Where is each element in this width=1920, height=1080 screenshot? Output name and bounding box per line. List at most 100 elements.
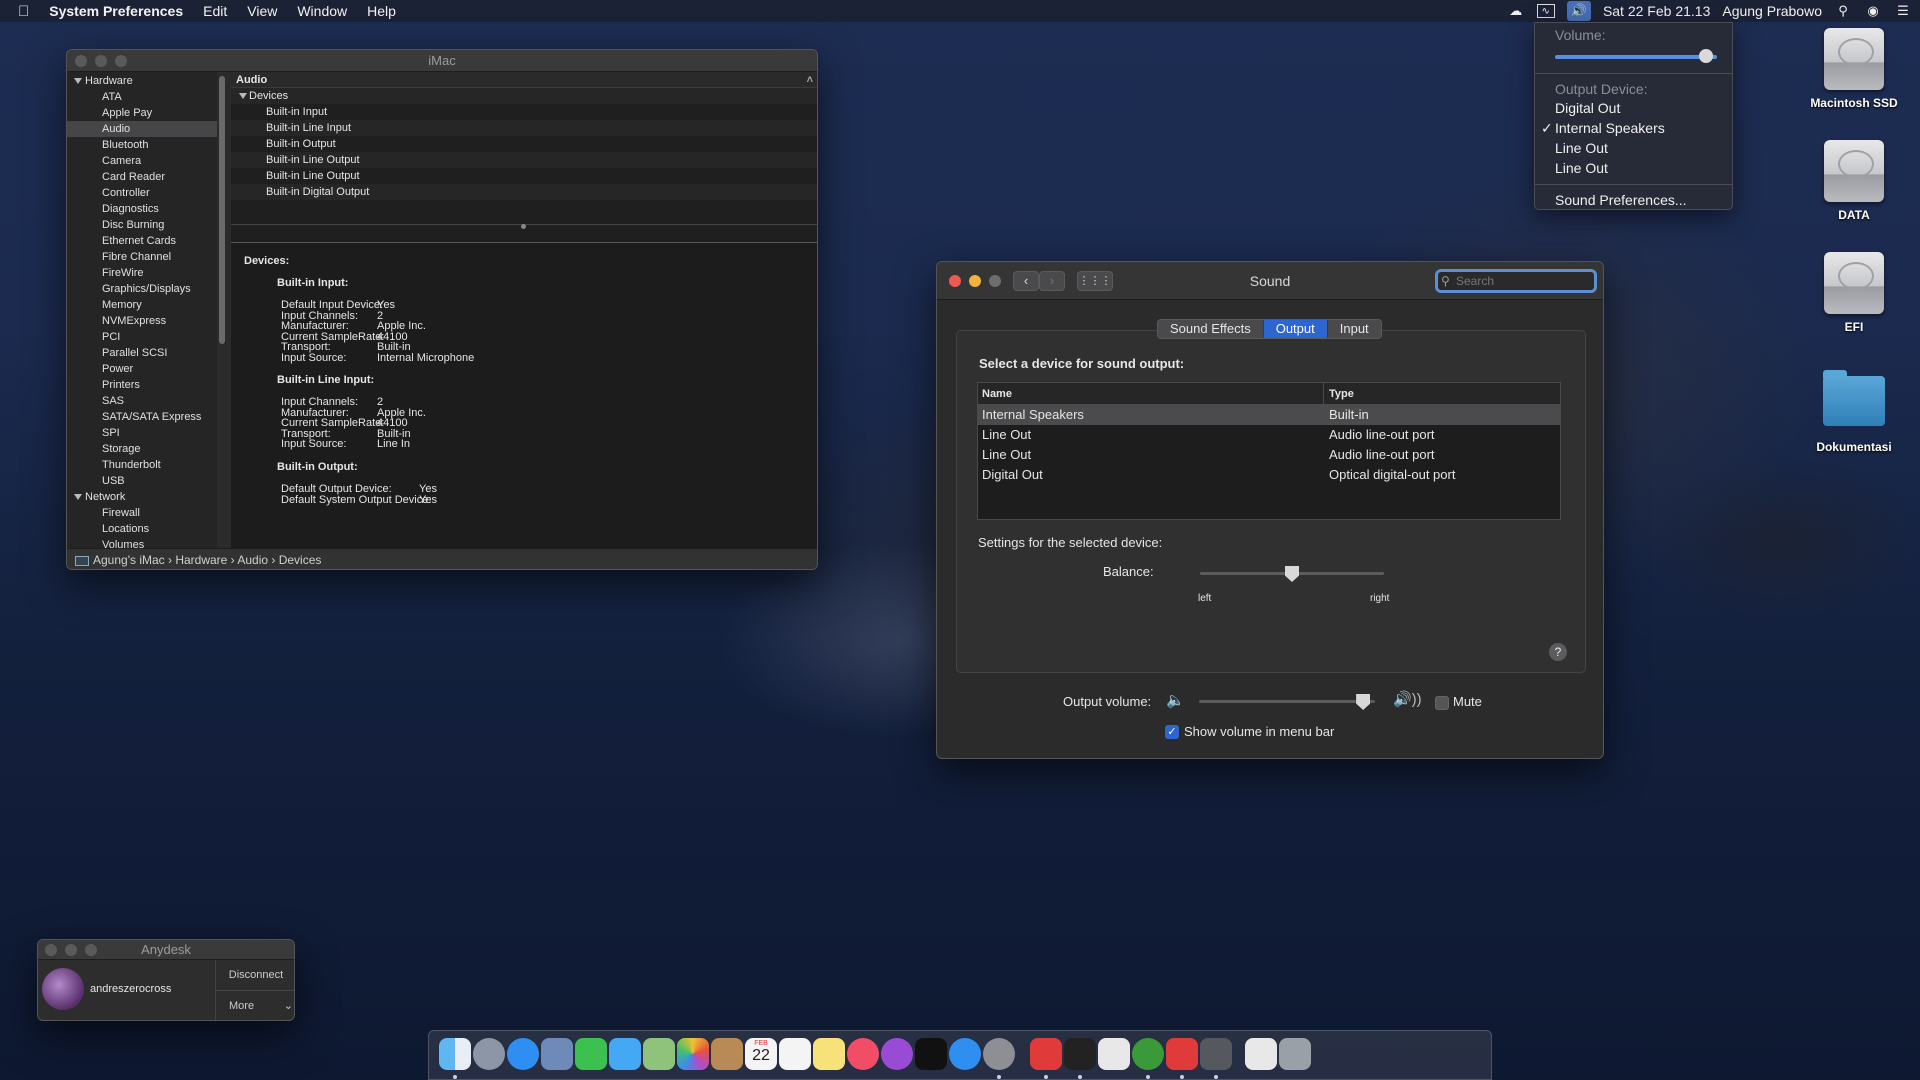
sidebar-item[interactable]: Ethernet Cards xyxy=(67,233,217,249)
app-menu[interactable]: System Preferences xyxy=(39,3,193,19)
sidebar-item[interactable]: Fibre Channel xyxy=(67,249,217,265)
device-row[interactable]: Built-in Input xyxy=(231,104,817,120)
sidebar-item[interactable]: Controller xyxy=(67,185,217,201)
menu-item-digital-out[interactable]: Digital Out xyxy=(1535,98,1732,118)
device-row[interactable]: Built-in Line Input xyxy=(231,120,817,136)
menu-window[interactable]: Window xyxy=(287,3,357,19)
notification-center-icon[interactable]: ☰ xyxy=(1894,4,1912,18)
balance-slider[interactable] xyxy=(1200,563,1388,593)
dropbox-icon[interactable]: ☁ xyxy=(1507,4,1525,18)
desktop-icon-macintosh-ssd[interactable]: Macintosh SSD xyxy=(1799,28,1909,110)
calendar-icon[interactable]: FEB 22 xyxy=(745,1038,777,1070)
device-row[interactable]: Built-in Output xyxy=(231,136,817,152)
finder-icon[interactable] xyxy=(439,1038,471,1070)
sidebar-scrollbar[interactable] xyxy=(219,76,225,344)
menu-help[interactable]: Help xyxy=(357,3,406,19)
menubar-user[interactable]: Agung Prabowo xyxy=(1722,3,1822,19)
apple-tv-icon[interactable] xyxy=(915,1038,947,1070)
sidebar-group[interactable]: Network xyxy=(67,489,217,505)
terminal-icon[interactable] xyxy=(1064,1038,1096,1070)
anydesk-icon[interactable] xyxy=(1030,1038,1062,1070)
sidebar-item[interactable]: SATA/SATA Express xyxy=(67,409,217,425)
split-handle[interactable] xyxy=(231,224,817,229)
menubar-clock[interactable]: Sat 22 Feb 21.13 xyxy=(1603,3,1710,19)
table-row[interactable]: Line Out Audio line-out port xyxy=(978,445,1560,465)
sidebar-item[interactable]: Volumes xyxy=(67,537,217,548)
menu-item-line-out-2[interactable]: Line Out xyxy=(1535,158,1732,178)
sidebar-item[interactable]: Diagnostics xyxy=(67,201,217,217)
sidebar-item[interactable]: Printers xyxy=(67,377,217,393)
close-button[interactable] xyxy=(949,275,961,287)
safari-icon[interactable] xyxy=(507,1038,539,1070)
sidebar-item[interactable]: USB xyxy=(67,473,217,489)
sidebar-group[interactable]: Hardware xyxy=(67,73,217,89)
devices-group[interactable]: Devices xyxy=(231,88,817,104)
contacts-icon[interactable] xyxy=(711,1038,743,1070)
xcode-tool-icon[interactable] xyxy=(1200,1038,1232,1070)
sidebar-item[interactable]: PCI xyxy=(67,329,217,345)
balance-slider-thumb[interactable] xyxy=(1285,566,1299,582)
menu-item-line-out[interactable]: Line Out xyxy=(1535,138,1732,158)
maps-icon[interactable] xyxy=(643,1038,675,1070)
volume-slider[interactable] xyxy=(1535,45,1732,69)
sidebar-item[interactable]: Thunderbolt xyxy=(67,457,217,473)
sidebar-item[interactable]: Locations xyxy=(67,521,217,537)
tab-sound-effects[interactable]: Sound Effects xyxy=(1158,320,1264,338)
reminders-icon[interactable] xyxy=(779,1038,811,1070)
table-row[interactable]: Internal Speakers Built-in xyxy=(978,405,1560,425)
table-row[interactable]: Digital Out Optical digital-out port xyxy=(978,465,1560,485)
sidebar-item[interactable]: Card Reader xyxy=(67,169,217,185)
sidebar-item[interactable]: Memory xyxy=(67,297,217,313)
output-volume-slider[interactable] xyxy=(1199,690,1379,714)
music-icon[interactable] xyxy=(847,1038,879,1070)
table-row[interactable]: Line Out Audio line-out port xyxy=(978,425,1560,445)
sidebar-item[interactable]: Bluetooth xyxy=(67,137,217,153)
search-field[interactable]: ⚲ Search xyxy=(1435,269,1597,293)
preview-icon[interactable] xyxy=(541,1038,573,1070)
path-text[interactable]: Agung's iMac › Hardware › Audio › Device… xyxy=(93,553,321,567)
documents-icon[interactable] xyxy=(1245,1038,1277,1070)
show-all-grid-icon[interactable]: ⋮⋮⋮ xyxy=(1077,271,1113,291)
volume-icon[interactable]: 🔊 xyxy=(1566,1,1591,21)
minimize-button[interactable] xyxy=(95,55,107,67)
apple-icon[interactable]:  xyxy=(0,3,39,20)
photos-icon[interactable] xyxy=(677,1038,709,1070)
spotlight-search-icon[interactable]: ⚲ xyxy=(1834,4,1852,18)
sidebar-item[interactable]: Apple Pay xyxy=(67,105,217,121)
more-button[interactable]: More ⌄ xyxy=(215,991,294,1020)
menu-view[interactable]: View xyxy=(237,3,287,19)
column-type[interactable]: Type xyxy=(1329,383,1354,405)
menu-item-internal-speakers[interactable]: ✓ Internal Speakers xyxy=(1535,118,1732,138)
sidebar-item[interactable]: NVMExpress xyxy=(67,313,217,329)
system-preferences-icon[interactable] xyxy=(983,1038,1015,1070)
device-row[interactable]: Built-in Line Output xyxy=(231,152,817,168)
sidebar-item[interactable]: Storage xyxy=(67,441,217,457)
anydesk-2-icon[interactable] xyxy=(1166,1038,1198,1070)
section-header[interactable]: Audio ˄ xyxy=(231,72,817,88)
sound-preferences-item[interactable]: Sound Preferences... xyxy=(1535,190,1732,210)
desktop-icon-data[interactable]: DATA xyxy=(1799,140,1909,222)
sidebar-item[interactable]: Disc Burning xyxy=(67,217,217,233)
activity-monitor-icon[interactable]: ∿ xyxy=(1536,4,1555,18)
sidebar-item[interactable]: Audio xyxy=(67,121,217,137)
desktop-icon-efi[interactable]: EFI xyxy=(1799,252,1909,334)
zoom-button[interactable] xyxy=(85,944,97,956)
show-volume-checkbox[interactable]: ✓ xyxy=(1165,725,1179,739)
notes-icon[interactable] xyxy=(813,1038,845,1070)
output-volume-thumb[interactable] xyxy=(1356,694,1371,710)
sidebar-item[interactable]: FireWire xyxy=(67,265,217,281)
disconnect-button[interactable]: Disconnect xyxy=(215,960,294,991)
messages-icon[interactable] xyxy=(609,1038,641,1070)
launchpad-icon[interactable] xyxy=(473,1038,505,1070)
network-utility-icon[interactable] xyxy=(1132,1038,1164,1070)
menu-edit[interactable]: Edit xyxy=(193,3,237,19)
tab-input[interactable]: Input xyxy=(1327,320,1381,338)
back-button[interactable]: ‹ xyxy=(1013,271,1039,291)
device-row[interactable]: Built-in Digital Output xyxy=(231,184,817,200)
sidebar-item[interactable]: Firewall xyxy=(67,505,217,521)
app-store-icon[interactable] xyxy=(949,1038,981,1070)
mute-checkbox[interactable] xyxy=(1435,696,1449,710)
zoom-button[interactable] xyxy=(115,55,127,67)
column-name[interactable]: Name xyxy=(982,383,1012,405)
volume-slider-thumb[interactable] xyxy=(1698,49,1713,63)
